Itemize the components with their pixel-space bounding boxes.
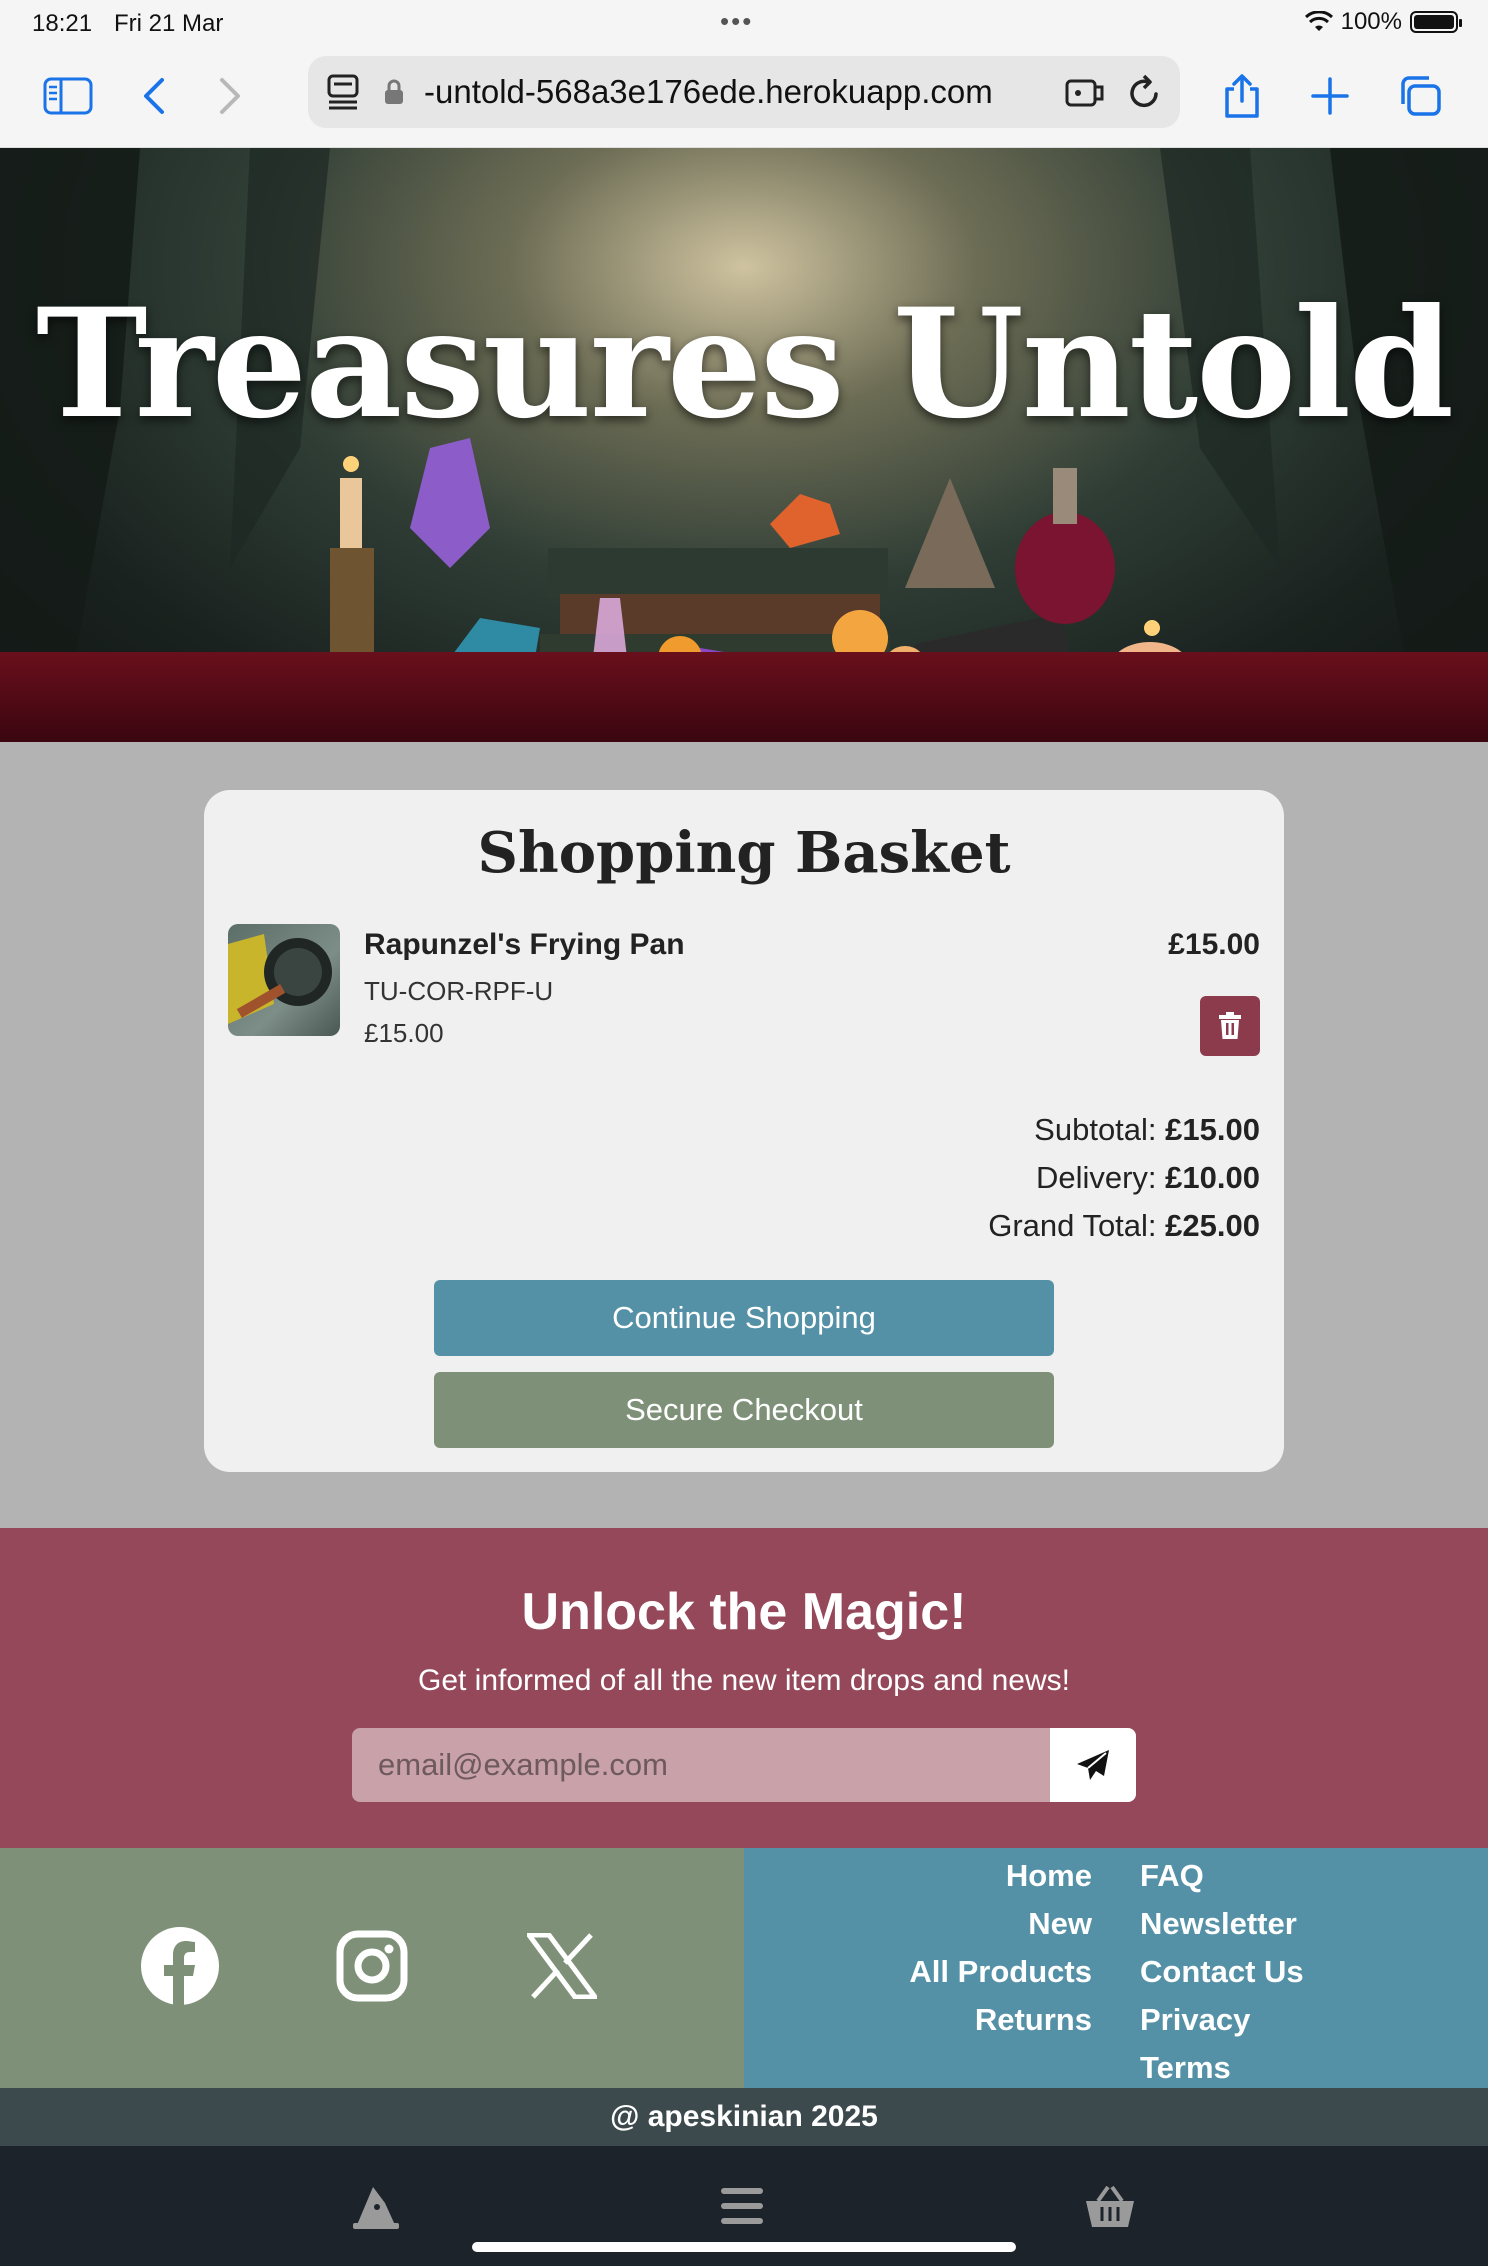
wizard-hat-icon[interactable]	[346, 2176, 406, 2236]
newsletter-subtitle: Get informed of all the new item drops a…	[417, 1664, 1070, 1697]
grand-total-value: £25.00	[1165, 1208, 1260, 1243]
footer-links-right: FAQ Newsletter Contact Us Privacy Terms	[1140, 1852, 1304, 2092]
lock-icon	[385, 79, 403, 104]
footer-link-home[interactable]: Home	[909, 1852, 1092, 1900]
status-right: 100%	[1304, 8, 1462, 36]
footer-link-terms[interactable]: Terms	[1140, 2044, 1304, 2092]
footer-link-new[interactable]: New	[909, 1900, 1092, 1948]
subtotal-row: Subtotal: £15.00	[988, 1106, 1260, 1154]
product-thumbnail[interactable]	[228, 924, 340, 1036]
newsletter-email-input[interactable]	[352, 1728, 1052, 1802]
new-tab-icon[interactable]	[1304, 70, 1356, 122]
delivery-value: £10.00	[1165, 1160, 1260, 1195]
grand-total-label: Grand Total:	[988, 1208, 1157, 1243]
item-line-total: £15.00	[1168, 928, 1260, 961]
basket-icon[interactable]	[1080, 2176, 1140, 2236]
reload-icon[interactable]	[1128, 74, 1162, 110]
share-icon[interactable]	[1216, 70, 1268, 122]
shopping-basket-card: Shopping Basket Rapunzel's Frying Pan TU…	[204, 790, 1284, 1472]
status-date: Fri 21 Mar	[114, 10, 224, 37]
newsletter-section: Unlock the Magic! Get informed of all th…	[0, 1528, 1488, 1848]
instagram-icon[interactable]	[330, 1924, 414, 2008]
facebook-icon[interactable]	[138, 1924, 222, 2008]
copyright: @ apeskinian 2025	[0, 2088, 1488, 2146]
bottom-nav	[0, 2146, 1488, 2266]
continue-shopping-button[interactable]: Continue Shopping	[434, 1280, 1054, 1356]
secure-checkout-button[interactable]: Secure Checkout	[434, 1372, 1054, 1448]
basket-totals: Subtotal: £15.00 Delivery: £10.00 Grand …	[988, 1106, 1260, 1250]
browser-toolbar: -untold-568a3e176ede.herokuapp.com	[0, 48, 1488, 148]
footer-link-contact-us[interactable]: Contact Us	[1140, 1948, 1304, 1996]
hero-banner: Treasures Untold	[0, 148, 1488, 742]
footer-link-newsletter[interactable]: Newsletter	[1140, 1900, 1304, 1948]
battery-icon	[1410, 11, 1462, 33]
item-price: £15.00	[364, 1018, 444, 1048]
footer-links-left: Home New All Products Returns	[909, 1852, 1092, 2044]
delivery-label: Delivery:	[1035, 1160, 1157, 1195]
home-indicator[interactable]	[472, 2242, 1016, 2252]
url-text: -untold-568a3e176ede.herokuapp.com	[424, 73, 993, 110]
item-name[interactable]: Rapunzel's Frying Pan	[364, 928, 685, 962]
menu-icon[interactable]	[712, 2176, 772, 2236]
delete-item-button[interactable]	[1200, 996, 1260, 1056]
footer-link-faq[interactable]: FAQ	[1140, 1852, 1304, 1900]
subtotal-value: £15.00	[1165, 1112, 1260, 1147]
footer-links: Home New All Products Returns FAQ Newsle…	[744, 1848, 1488, 2088]
back-icon[interactable]	[128, 70, 180, 122]
footer-social	[0, 1848, 744, 2088]
forward-icon[interactable]	[204, 70, 256, 122]
sidebar-icon[interactable]	[42, 70, 94, 122]
footer-link-privacy[interactable]: Privacy	[1140, 1996, 1304, 2044]
basket-title: Shopping Basket	[477, 820, 1011, 886]
newsletter-submit-button[interactable]	[1050, 1728, 1136, 1802]
grand-total-row: Grand Total: £25.00	[988, 1202, 1260, 1250]
reader-icon[interactable]	[326, 74, 360, 110]
url-bar[interactable]: -untold-568a3e176ede.herokuapp.com	[308, 56, 1180, 128]
extension-icon[interactable]	[1064, 75, 1106, 109]
subtotal-label: Subtotal:	[1034, 1112, 1157, 1147]
paper-plane-icon	[1077, 1750, 1109, 1780]
multitasking-dots-icon[interactable]: •••	[720, 6, 753, 37]
x-icon[interactable]	[520, 1924, 604, 2008]
delivery-row: Delivery: £10.00	[988, 1154, 1260, 1202]
hero-table	[0, 652, 1488, 742]
status-time: 18:21	[32, 10, 93, 37]
item-sku: TU-COR-RPF-U	[364, 976, 554, 1006]
footer-link-all-products[interactable]: All Products	[909, 1948, 1092, 1996]
newsletter-title: Unlock the Magic!	[521, 1583, 967, 1641]
wifi-icon	[1304, 11, 1333, 31]
footer-link-returns[interactable]: Returns	[909, 1996, 1092, 2044]
trash-icon	[1219, 1012, 1241, 1039]
site-title[interactable]: Treasures Untold	[0, 276, 1488, 452]
battery-percent: 100%	[1340, 8, 1402, 35]
status-bar: 18:21 Fri 21 Mar ••• 100%	[0, 0, 1488, 48]
tabs-icon[interactable]	[1394, 70, 1446, 122]
